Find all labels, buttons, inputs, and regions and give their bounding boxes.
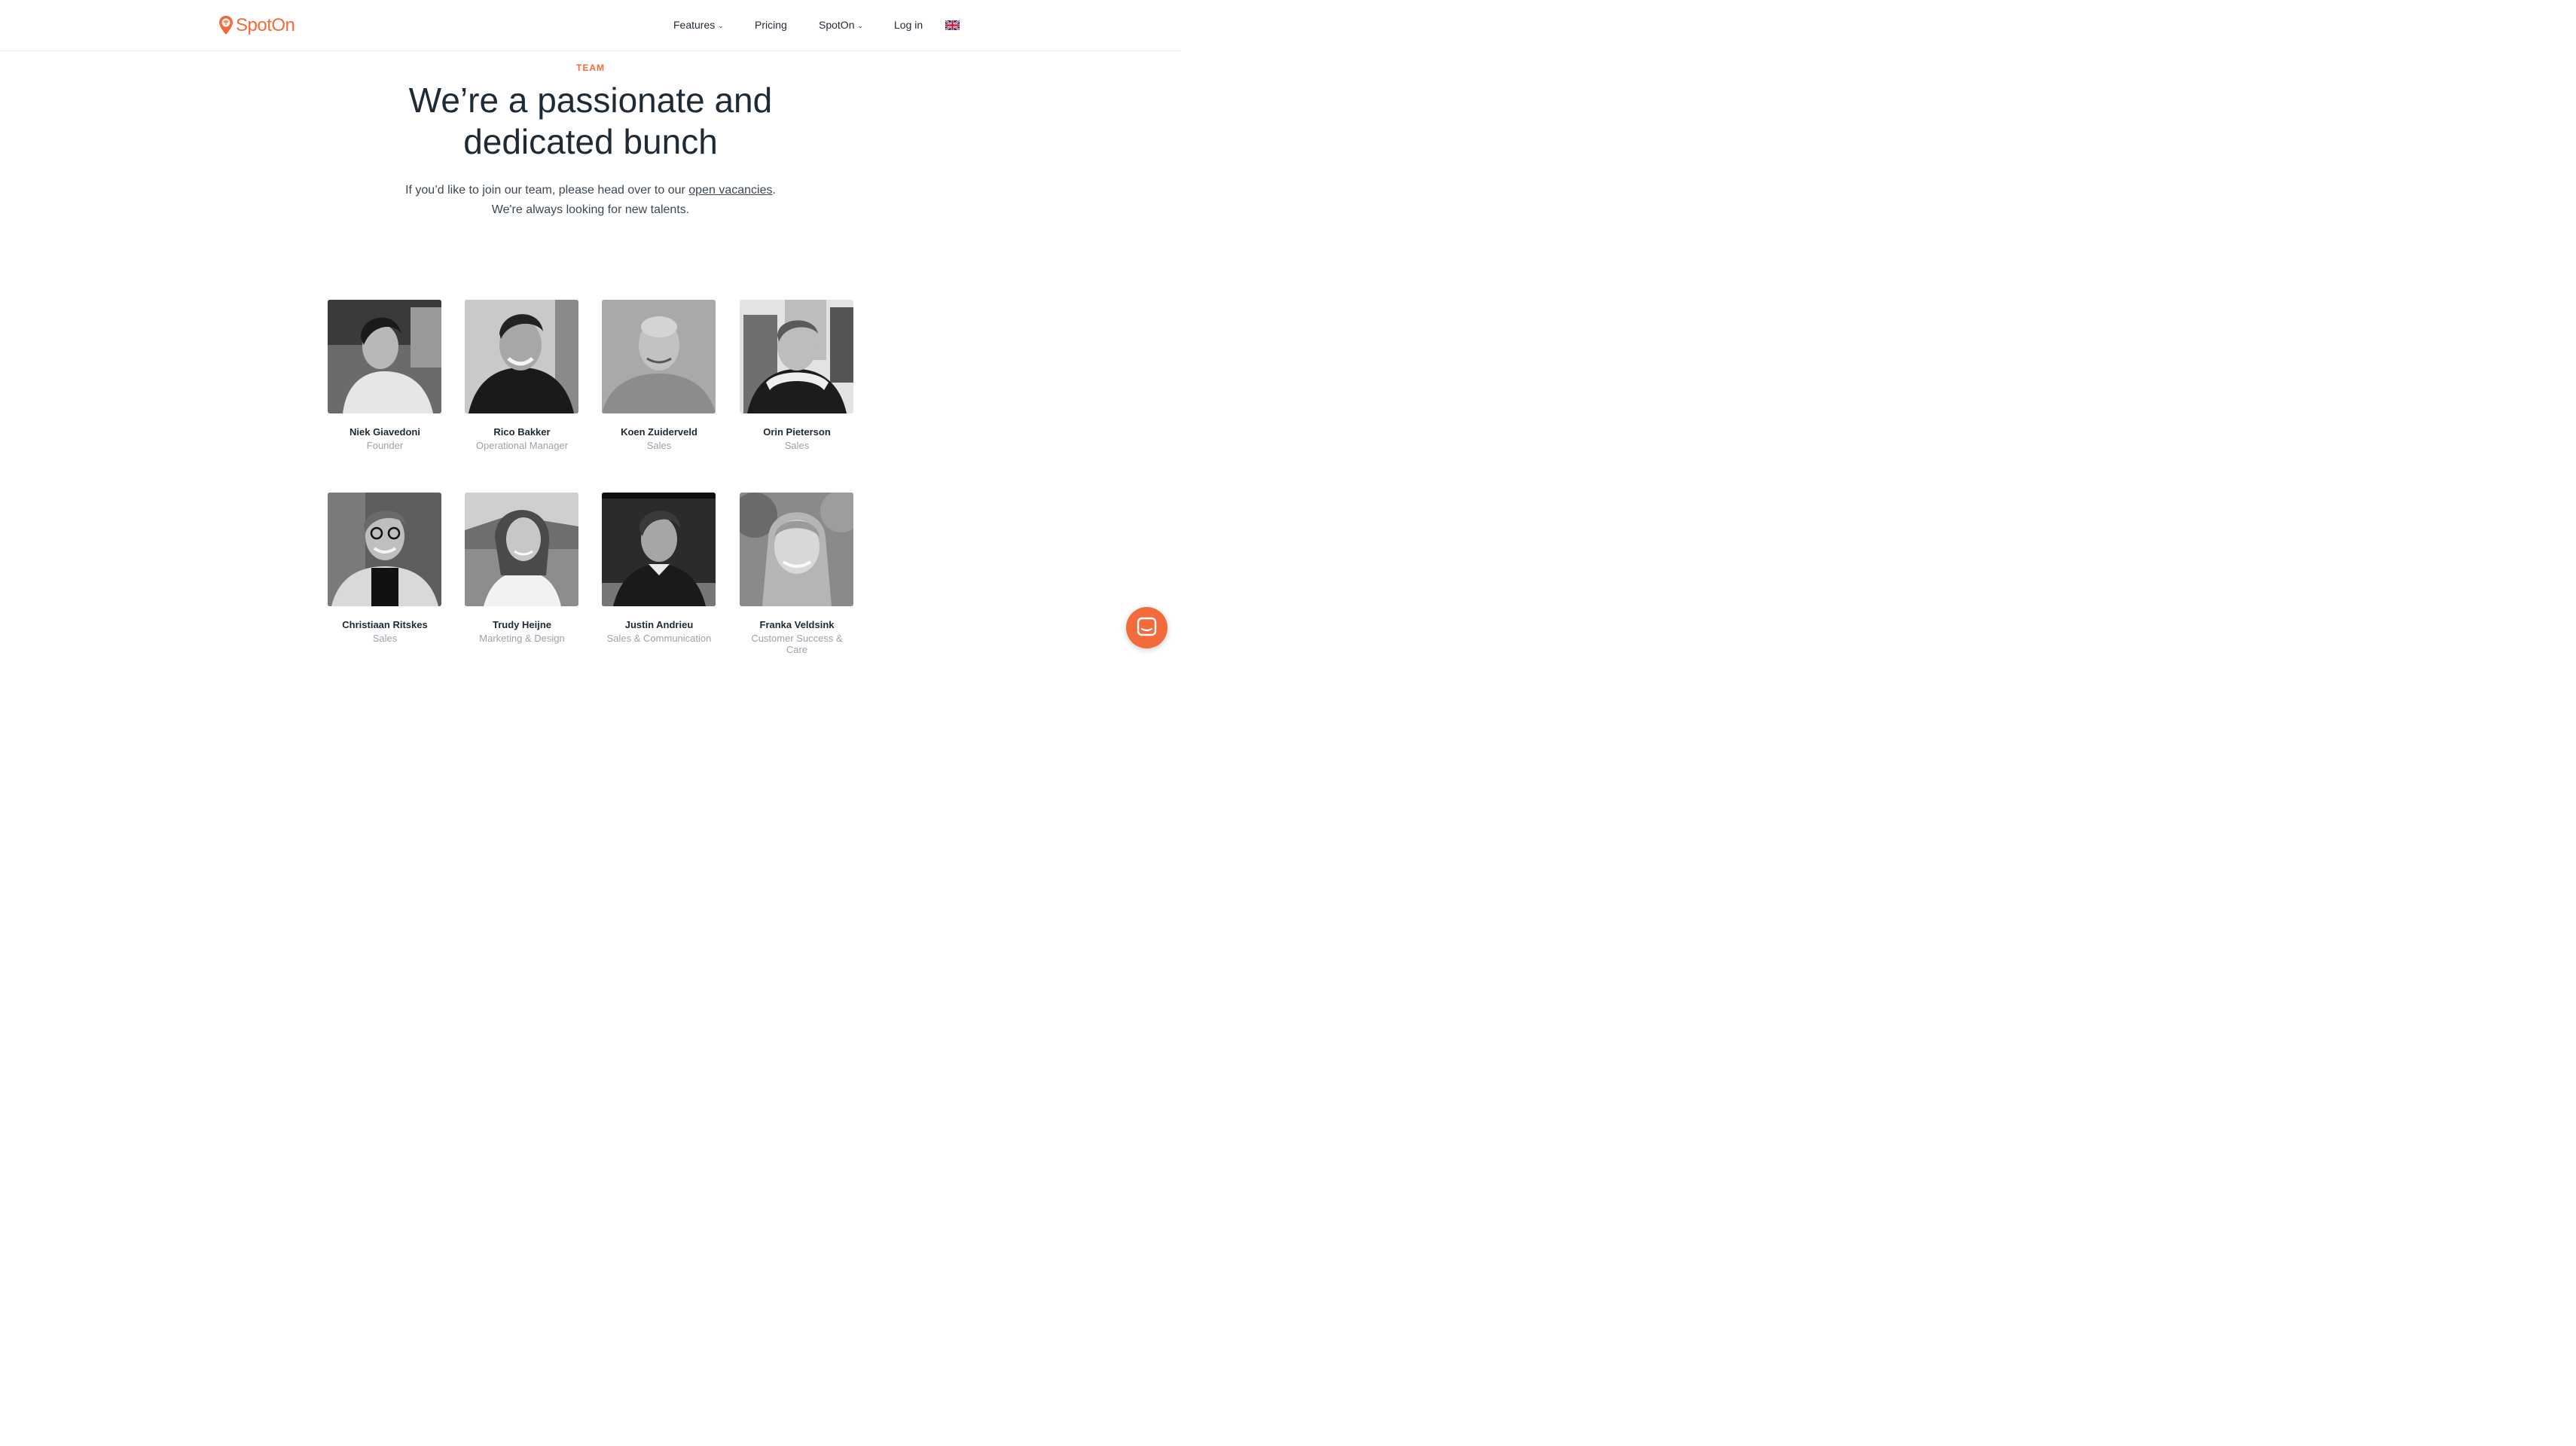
title-line-1: We’re a passionate and (408, 81, 773, 120)
nav-features-label: Features (673, 19, 716, 31)
top-navigation-bar: SpotOn Features ⌄ Pricing SpotOn ⌄ Log in (0, 0, 1181, 51)
member-role: Marketing & Design (479, 633, 565, 644)
nav-spoton[interactable]: SpotOn ⌄ (819, 19, 863, 31)
team-member-photo (740, 493, 853, 606)
member-name: Orin Pieterson (763, 426, 831, 438)
team-member-card: Koen Zuiderveld Sales (602, 300, 716, 451)
chat-launcher-button[interactable] (1126, 607, 1167, 648)
section-eyebrow: TEAM (576, 63, 605, 73)
intro-line-2: We're always looking for new talents. (491, 203, 690, 216)
member-name: Niek Giavedoni (349, 426, 420, 438)
member-role: Sales (646, 440, 672, 451)
nav-features[interactable]: Features ⌄ (673, 19, 724, 31)
team-member-photo (328, 300, 441, 413)
team-member-photo (465, 493, 578, 606)
member-role: Founder (366, 440, 404, 451)
member-role: Operational Manager (475, 440, 569, 451)
intro-text: If you’d like to join our team, please h… (0, 181, 1181, 220)
team-member-card: Trudy Heijne Marketing & Design (465, 493, 579, 644)
intro-line-1: If you’d like to join our team, please h… (0, 181, 1181, 200)
intro-text-after: . (772, 184, 776, 197)
team-member-photo (740, 300, 853, 413)
member-name: Christiaan Ritskes (342, 619, 428, 630)
member-role: Sales (784, 440, 810, 451)
member-name: Trudy Heijne (492, 619, 552, 630)
chat-bubble-icon (1137, 617, 1157, 636)
chevron-down-icon: ⌄ (718, 22, 724, 29)
member-name: Koen Zuiderveld (621, 426, 697, 438)
team-member-card: Niek Giavedoni Founder (328, 300, 442, 451)
nav-spoton-label: SpotOn (819, 19, 855, 31)
team-member-photo (328, 493, 441, 606)
team-member-card: Justin Andrieu Sales & Communication (602, 493, 716, 644)
team-member-card: Franka Veldsink Customer Success & Care (740, 493, 854, 655)
team-member-card: Orin Pieterson Sales (740, 300, 854, 451)
team-member-photo (465, 300, 578, 413)
member-role: Sales & Communication (606, 633, 712, 644)
team-member-card: Christiaan Ritskes Sales (328, 493, 442, 644)
location-pin-icon (219, 16, 233, 35)
open-vacancies-link[interactable]: open vacancies (688, 184, 772, 197)
page-title: We’re a passionate and dedicated bunch (0, 80, 1181, 163)
logo-text: SpotOn (236, 15, 295, 35)
nav-pricing[interactable]: Pricing (755, 19, 787, 31)
member-name: Rico Bakker (493, 426, 551, 438)
uk-flag-icon[interactable] (945, 20, 960, 30)
intro-text-before: If you’d like to join our team, please h… (405, 184, 689, 197)
spoton-logo[interactable]: SpotOn (218, 14, 295, 37)
member-name: Franka Veldsink (759, 619, 835, 630)
nav-login-label: Log in (894, 19, 923, 31)
member-role: Customer Success & Care (751, 633, 843, 655)
member-name: Justin Andrieu (624, 619, 694, 630)
title-line-2: dedicated bunch (463, 122, 718, 161)
team-member-photo (602, 493, 716, 606)
chevron-down-icon: ⌄ (857, 22, 864, 29)
team-member-card: Rico Bakker Operational Manager (465, 300, 579, 451)
team-member-photo (602, 300, 716, 413)
member-role: Sales (372, 633, 398, 644)
nav-pricing-label: Pricing (755, 19, 787, 31)
nav-login[interactable]: Log in (894, 19, 923, 31)
